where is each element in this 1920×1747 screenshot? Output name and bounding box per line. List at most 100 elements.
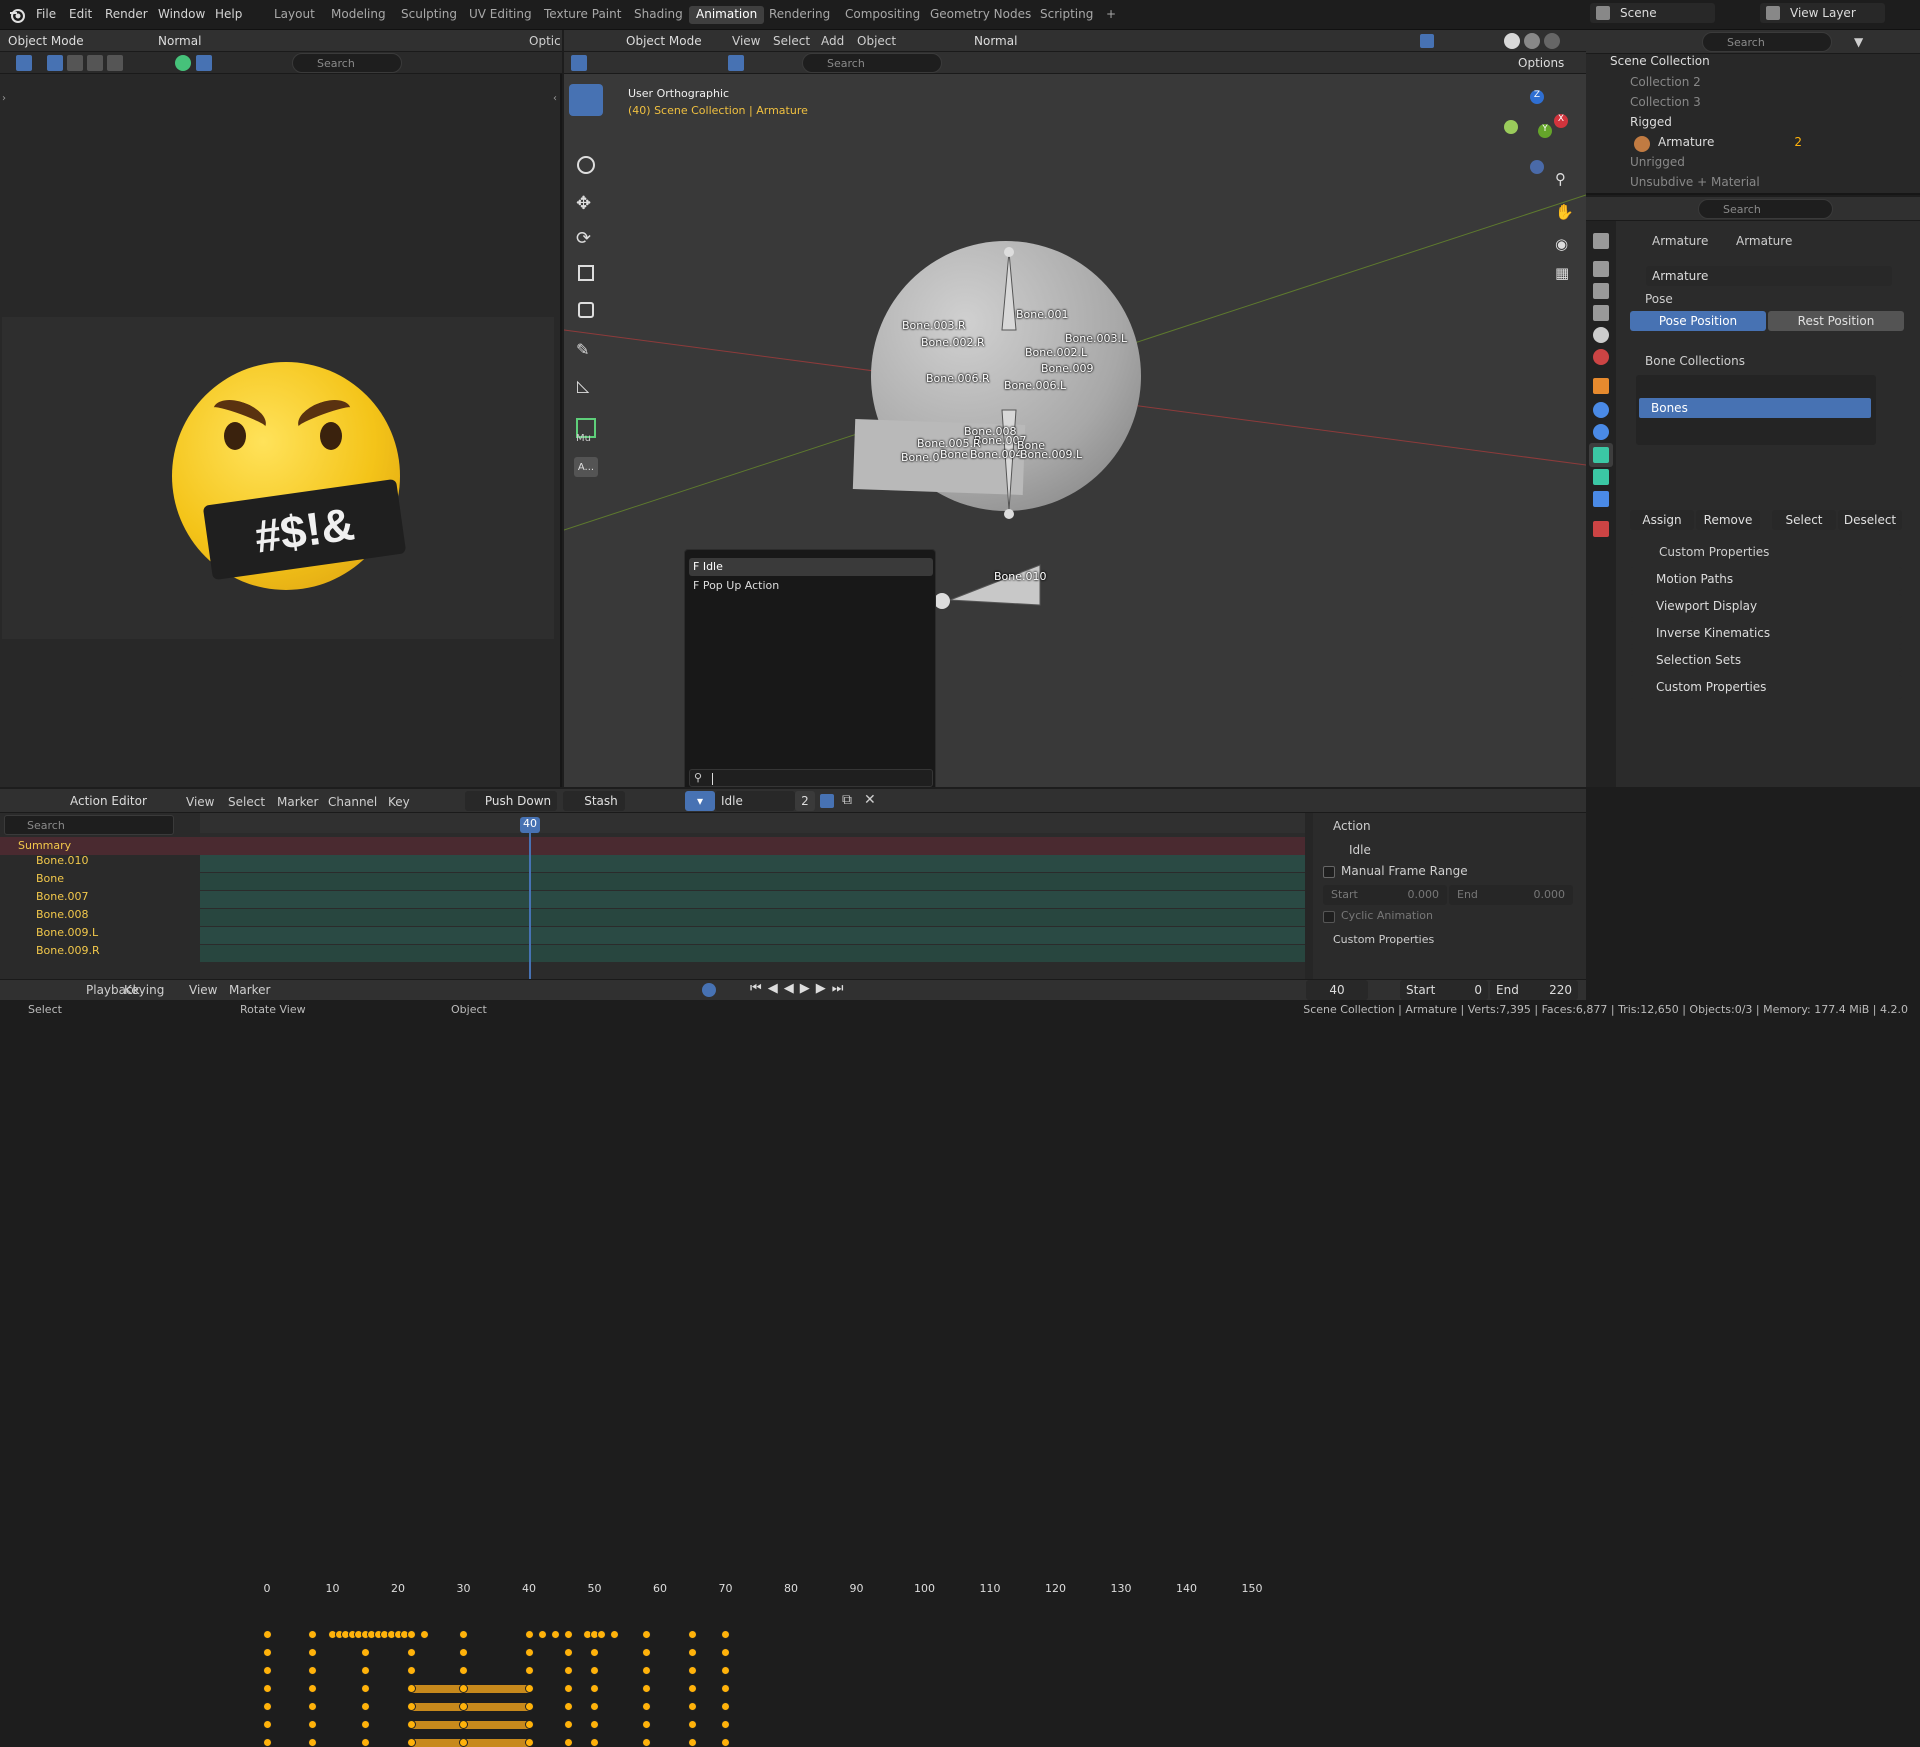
scene-collection-row[interactable]: Scene Collection [1610,54,1920,74]
keyframe[interactable] [688,1702,698,1711]
keyframe[interactable] [406,1666,416,1675]
playhead-line[interactable] [529,833,531,979]
bone-label[interactable]: Bone [940,448,968,461]
keyframe[interactable] [688,1684,698,1693]
keyframe[interactable] [459,1702,468,1711]
tl-menu-view[interactable]: View [189,983,217,997]
duplicate-action-icon[interactable]: ⧉ [842,792,852,808]
keyframe[interactable] [642,1684,652,1693]
keyframe[interactable] [524,1738,534,1747]
keyframe[interactable] [262,1684,272,1693]
outliner-item[interactable]: Unrigged [1630,155,1920,175]
panel-viewport-display[interactable]: Viewport Display [1630,594,1902,618]
action-editor[interactable]: Action Editor View Select Marker Channel… [0,789,1586,1747]
keyframe[interactable] [590,1702,599,1711]
keyframe[interactable] [360,1738,370,1747]
keyframe[interactable] [688,1738,698,1747]
channel-row[interactable]: Bone.008 [0,906,200,924]
bone-label[interactable]: Bone.003.L [1065,332,1127,345]
outliner-item[interactable]: Collection 2 [1630,75,1920,95]
keyframe[interactable] [590,1684,599,1693]
physics-tab-icon[interactable] [1593,424,1609,440]
menu-help[interactable]: Help [215,7,242,21]
start-frame-timeline[interactable]: Start 0 [1400,980,1488,1000]
left-mode-dropdown[interactable]: Object Mode [2,31,92,51]
tl-menu-marker[interactable]: Marker [229,983,270,997]
bone-label[interactable]: Bone.004 [970,448,1023,461]
armature-data-tab-icon[interactable] [1593,447,1609,463]
keyframe[interactable] [360,1666,370,1675]
popup-search-input[interactable]: ⚲ [689,769,933,787]
keyframe[interactable] [308,1666,318,1675]
keyframe[interactable] [563,1684,573,1693]
panel-custom-properties[interactable]: Custom Properties [1630,675,1902,699]
keyframe[interactable] [590,1720,599,1729]
editor-mode-dropdown[interactable]: Action Editor [46,791,174,811]
tab-shading[interactable]: Shading [627,6,690,24]
keyframe[interactable] [524,1666,534,1675]
keyframe[interactable] [360,1684,370,1693]
keyframe[interactable] [688,1666,698,1675]
mode-extend-icon[interactable] [67,55,83,71]
tool-tab-icon[interactable] [1593,233,1609,249]
bone-tab-icon[interactable] [1593,469,1609,485]
keyframe[interactable] [596,1630,606,1639]
keyframe[interactable] [419,1630,429,1639]
keyframe[interactable] [308,1738,318,1747]
stash-button[interactable]: Stash [563,791,625,811]
keyframe[interactable] [721,1648,730,1657]
assign-button[interactable]: Assign [1630,510,1694,530]
keyframe[interactable] [459,1720,468,1729]
keyframe[interactable] [721,1630,730,1639]
bone-collections-header[interactable]: Bone Collections [1645,354,1745,368]
main-viewport[interactable]: Object Mode View Select Add Object Norma… [564,30,1586,787]
breadcrumb-data[interactable]: Armature [1736,234,1792,248]
keyframe[interactable] [642,1738,652,1747]
playhead-frame[interactable]: 40 [520,817,540,833]
outliner[interactable]: Search ▼ Scene Collection Collection 2 C… [1586,30,1920,195]
keyframe[interactable] [688,1720,698,1729]
keyframe[interactable] [590,1666,599,1675]
bone-label[interactable]: Bone.006.L [1004,379,1066,392]
pose-section-header[interactable]: Pose [1645,292,1673,306]
channel-row[interactable]: Bone.010 [0,852,200,870]
panel-motion-paths[interactable]: Motion Paths [1630,567,1902,591]
frame-ruler[interactable] [200,813,1305,833]
ae-menu-key[interactable]: Key [388,795,410,809]
keyframe[interactable] [563,1738,573,1747]
keyframe[interactable] [550,1630,560,1639]
outliner-item-armature[interactable]: Armature 2 [1630,135,1920,155]
deselect-button[interactable]: Deselect [1838,510,1902,530]
menu-file[interactable]: File [36,7,56,21]
manual-frame-range-checkbox[interactable] [1323,866,1335,878]
menu-render[interactable]: Render [105,7,148,21]
select-button[interactable]: Select [1772,510,1836,530]
keyframe[interactable] [563,1666,573,1675]
cyclic-checkbox[interactable] [1323,911,1335,923]
keyframe[interactable] [308,1702,318,1711]
custom-props-subpanel[interactable]: Custom Properties [1659,545,1769,559]
keyframe[interactable] [459,1630,468,1639]
keyframe[interactable] [459,1684,468,1693]
output-tab-icon[interactable] [1593,283,1609,299]
keyframe[interactable] [721,1702,730,1711]
keyframe[interactable] [524,1684,534,1693]
modifiers-tab-icon[interactable] [1593,402,1609,418]
tab-layout[interactable]: Layout [267,6,322,24]
left-sidebar-toggle[interactable]: › [2,93,6,104]
channel-search-input[interactable]: Search [4,815,174,835]
keyframe[interactable] [609,1630,619,1639]
keyframe[interactable] [688,1648,698,1657]
keyframe[interactable] [642,1648,652,1657]
keyframe[interactable] [308,1630,318,1639]
keyframe[interactable] [262,1738,272,1747]
fake-user-icon[interactable] [820,794,834,808]
left-search-input[interactable]: Search [292,53,402,73]
keyframe[interactable] [524,1702,534,1711]
keyframe[interactable] [721,1684,730,1693]
keyframe[interactable] [563,1648,573,1657]
bone-label[interactable]: Bone.010 [994,570,1047,583]
armature-data-name[interactable]: Armature [1646,266,1892,286]
bone-collection-item[interactable]: Bones [1639,398,1871,418]
channel-row[interactable]: Bone.007 [0,888,200,906]
